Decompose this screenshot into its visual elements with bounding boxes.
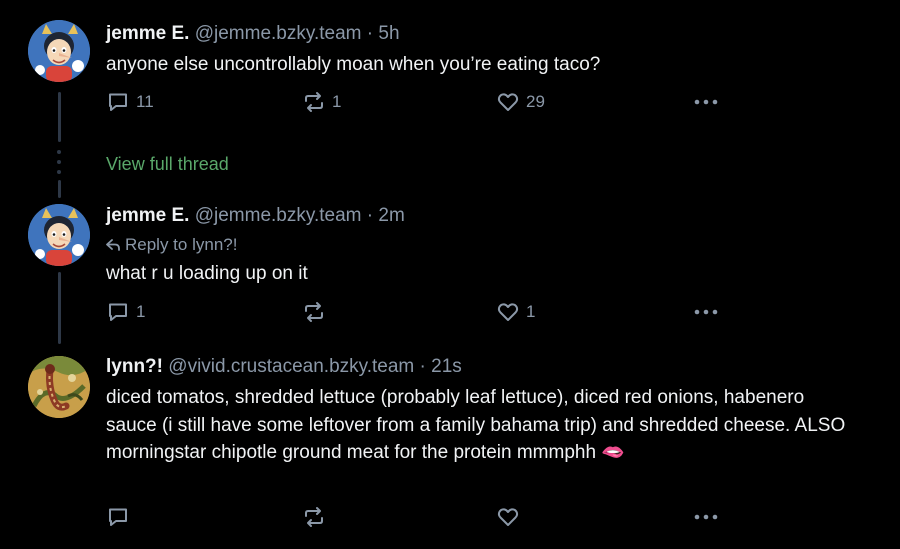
repost-button[interactable] xyxy=(302,505,332,529)
separator: · xyxy=(419,356,426,377)
more-options-button[interactable] xyxy=(692,505,720,529)
author-handle[interactable]: @vivid.crustacean.bzky.team xyxy=(168,356,414,377)
reply-button[interactable] xyxy=(106,505,136,529)
illustration-avatar-icon xyxy=(28,356,90,418)
timestamp[interactable]: 21s xyxy=(431,356,462,377)
post-header: lynn?! @vivid.crustacean.bzky.team · 21s xyxy=(106,355,462,379)
like-button[interactable] xyxy=(496,505,526,529)
post-text: diced tomatos, shredded lettuce (probabl… xyxy=(106,387,846,463)
avatar[interactable] xyxy=(28,356,90,418)
author-name[interactable]: lynn?! xyxy=(106,356,163,377)
reply-icon xyxy=(109,508,127,526)
post-actions xyxy=(106,505,726,529)
repost-icon xyxy=(305,507,323,527)
heart-icon xyxy=(497,508,519,526)
more-icon xyxy=(694,514,718,520)
post[interactable]: lynn?! @vivid.crustacean.bzky.team · 21s… xyxy=(0,0,900,549)
